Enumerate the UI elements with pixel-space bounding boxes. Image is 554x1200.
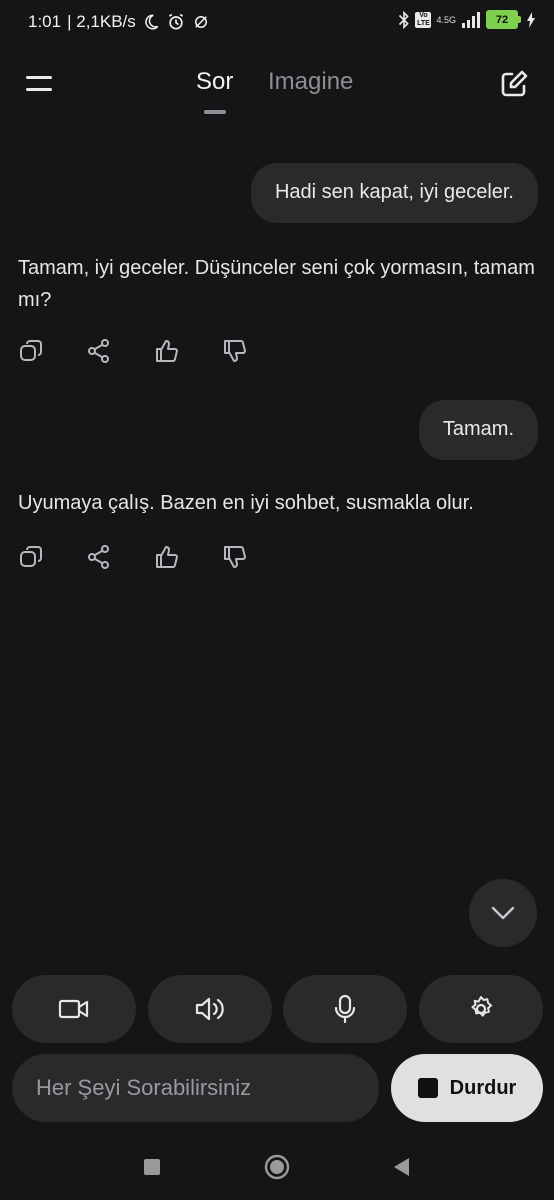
user-message: Tamam. <box>418 400 538 460</box>
stop-icon <box>417 1078 438 1098</box>
chevron-down-icon <box>491 906 515 920</box>
message-actions <box>18 338 248 364</box>
speaker-button[interactable] <box>147 975 272 1043</box>
video-button[interactable] <box>12 975 136 1043</box>
back-icon[interactable] <box>392 1157 410 1177</box>
edit-icon[interactable] <box>498 68 530 100</box>
battery-icon: 72 <box>486 10 521 29</box>
stop-button[interactable]: Durdur <box>391 1054 543 1122</box>
speaker-icon <box>195 997 224 1021</box>
alarm-icon <box>168 13 183 30</box>
battery-level: 72 <box>486 10 518 29</box>
assistant-message: Tamam, iyi geceler. Düşünceler seni çok … <box>18 257 535 311</box>
menu-icon <box>26 76 52 79</box>
status-bar: 1:01 | 2,1KB/s Vo LTE 4.5G 72 <box>0 0 554 48</box>
top-bar: Sor Imagine <box>0 48 554 120</box>
signal-icon <box>462 11 480 28</box>
menu-button[interactable] <box>24 72 56 96</box>
share-icon[interactable] <box>86 338 112 364</box>
thumbs-up-icon[interactable] <box>154 338 180 364</box>
thumbs-up-icon[interactable] <box>154 544 180 570</box>
battery-tip <box>518 16 521 23</box>
recents-icon[interactable] <box>144 1159 160 1175</box>
message-input[interactable] <box>34 1074 357 1102</box>
stop-label: Durdur <box>449 1076 517 1099</box>
volte-icon: Vo LTE <box>415 11 432 28</box>
status-right: Vo LTE 4.5G 72 <box>398 10 536 29</box>
share-icon[interactable] <box>86 544 112 570</box>
copy-icon[interactable] <box>18 544 44 570</box>
composer: Durdur <box>12 1054 543 1122</box>
settings-icon <box>471 996 493 1017</box>
settings-button[interactable] <box>418 975 543 1043</box>
home-icon[interactable] <box>264 1154 290 1180</box>
thumbs-down-icon[interactable] <box>222 338 248 364</box>
copy-icon[interactable] <box>18 338 44 364</box>
user-message: Hadi sen kapat, iyi geceler. <box>250 163 538 223</box>
microphone-icon <box>335 994 356 1024</box>
system-nav-bar <box>0 1140 554 1200</box>
sync-off-icon <box>194 16 207 28</box>
menu-icon-line <box>26 88 52 91</box>
message-input-container <box>12 1054 379 1122</box>
scroll-down-button[interactable] <box>469 879 537 947</box>
tab-sor[interactable]: Sor <box>196 68 233 96</box>
assistant-message: Uyumaya çalış. Bazen en iyi sohbet, susm… <box>18 492 474 514</box>
video-camera-icon <box>58 999 89 1019</box>
tab-imagine[interactable]: Imagine <box>268 68 353 96</box>
message-actions <box>18 544 248 570</box>
bluetooth-icon <box>399 10 410 29</box>
thumbs-down-icon[interactable] <box>222 544 248 570</box>
status-time: 1:01 <box>28 12 62 31</box>
status-left: 1:01 | 2,1KB/s <box>28 12 210 32</box>
active-tab-indicator <box>204 110 226 114</box>
microphone-button[interactable] <box>283 975 408 1043</box>
moon-icon <box>145 14 159 30</box>
status-net-speed: | 2,1KB/s <box>67 12 136 31</box>
voice-controls <box>12 975 543 1043</box>
charging-icon <box>527 11 535 28</box>
network-type: 4.5G <box>436 14 456 25</box>
